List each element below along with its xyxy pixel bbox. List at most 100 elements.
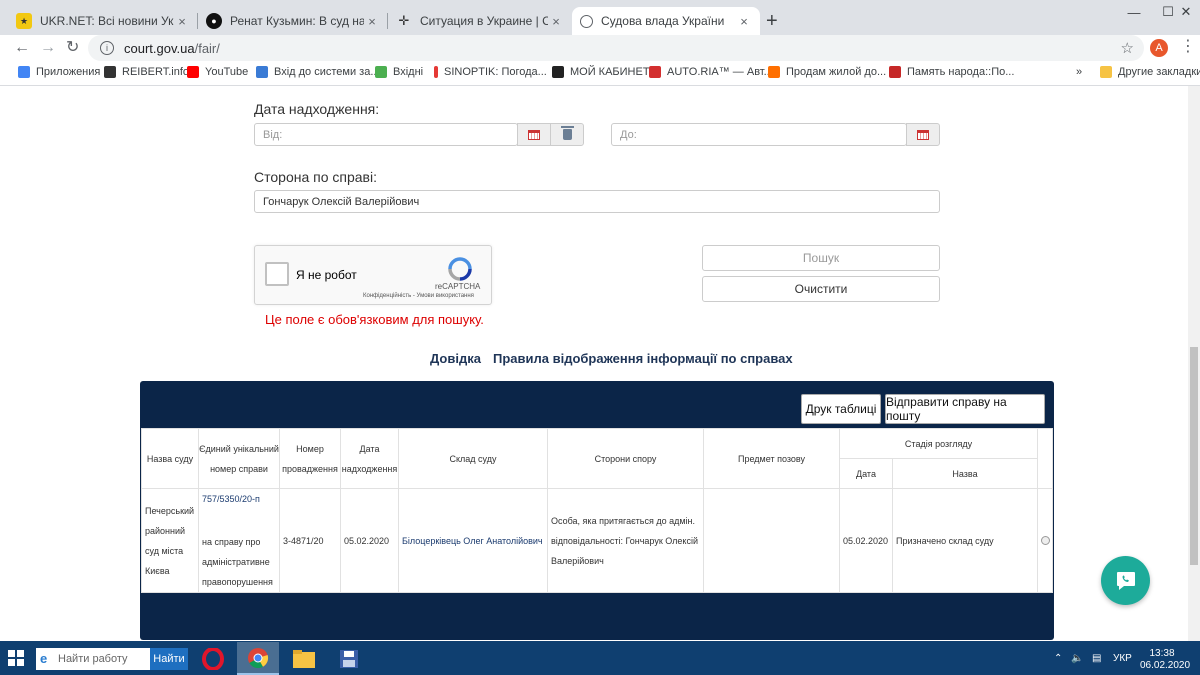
close-window-button[interactable]: ✕ (1164, 0, 1200, 24)
bookmark-label: Вхід до системи за... (274, 66, 380, 78)
tab-situation[interactable]: ✛ Ситуация в Украине | Страница × (388, 7, 572, 35)
judge-link[interactable]: Білоцерківець Олег Анатолійович (402, 531, 543, 551)
phone-chat-icon (1116, 571, 1135, 590)
mail-icon (375, 66, 387, 78)
explorer-taskbar-button[interactable] (283, 642, 325, 675)
tab-title: Ситуация в Украине | Страница (420, 14, 548, 28)
login-icon (256, 66, 268, 78)
network-icon[interactable]: ▤ (1092, 653, 1101, 664)
date-from-calendar-button[interactable] (517, 123, 551, 146)
bookmark-login[interactable]: Вхід до системи за... (256, 66, 380, 78)
bookmark-reibert[interactable]: REIBERT.info (104, 66, 189, 78)
bookmark-autoria[interactable]: AUTO.RIA™ — Авт... (649, 66, 773, 78)
close-icon[interactable]: × (364, 14, 380, 29)
close-icon[interactable]: × (174, 14, 190, 29)
bookmark-cabinet[interactable]: МОЙ КАБИНЕТ (552, 66, 650, 78)
other-bookmarks[interactable]: Другие закладки (1100, 66, 1200, 78)
thermometer-icon (434, 66, 438, 78)
case-number-link[interactable]: 757/5350/20-п (202, 489, 260, 509)
rules-link[interactable]: Правила відображення інформації по справ… (493, 351, 793, 366)
tab-court[interactable]: Судова влада України × (572, 7, 760, 35)
help-link[interactable]: Довідка (430, 351, 481, 366)
date-clear-button[interactable] (550, 123, 584, 146)
col-header-proceeding-number: Номер провадження (279, 428, 341, 489)
scrollbar-thumb[interactable] (1190, 347, 1198, 565)
save-app-taskbar-button[interactable] (328, 642, 370, 675)
bookmark-label: Продам жилой до... (786, 66, 887, 78)
tab-ukrnet[interactable]: ★ UKR.NET: Всі новини України, ос × (8, 7, 198, 35)
url-text: court.gov.ua/fair/ (124, 41, 220, 56)
party-input[interactable]: Гончарук Олексій Валерійович (254, 190, 940, 213)
table-cell-proceeding-number: 3-4871/20 (279, 488, 341, 593)
taskbar-clock[interactable]: 13:38 06.02.2020 (1140, 648, 1191, 672)
recaptcha-terms[interactable]: Конфіденційність - Умови використання (363, 293, 474, 299)
table-cell-composition: Білоцерківець Олег Анатолійович (398, 488, 548, 593)
bookmark-memory[interactable]: Память народа::По... (889, 66, 1014, 78)
search-button[interactable]: Пошук (702, 245, 940, 271)
col-header-stage-date: Дата (839, 458, 893, 489)
chrome-taskbar-button[interactable] (237, 642, 279, 675)
row-select-radio[interactable] (1040, 536, 1050, 545)
col-header-received-date: Дата надходження (340, 428, 399, 489)
tab-news[interactable]: ● Ренат Кузьмин: В суд направлен × (198, 7, 388, 35)
bookmarks-more[interactable]: » (1076, 66, 1082, 78)
table-cell-stage-name: Призначено склад суду (892, 488, 1038, 593)
recaptcha-checkbox[interactable] (265, 262, 289, 286)
recaptcha-widget: Я не робот reCAPTCHA Конфіденційність - … (254, 245, 492, 305)
taskbar: e Найти работу Найти ⌃ 🔈 ▤ УКР (0, 641, 1200, 675)
info-icon[interactable]: i (100, 41, 114, 55)
edge-icon: e (40, 651, 48, 666)
star-icon (889, 66, 901, 78)
table-cell-court: Печерський районний суд міста Києва (141, 488, 199, 593)
bookmark-olx[interactable]: Продам жилой до... (768, 66, 886, 78)
globe-icon (580, 14, 593, 28)
bookmark-label: SINOPTIK: Погода... (444, 66, 547, 78)
col-header-court: Назва суду (141, 428, 199, 489)
date-to-calendar-button[interactable] (906, 123, 940, 146)
windows-start-button[interactable] (8, 650, 24, 666)
date-from-input[interactable]: Від: (254, 123, 518, 146)
bookmark-inbox[interactable]: Вхідні (375, 66, 423, 78)
folder-icon (293, 649, 315, 668)
floppy-disk-icon (340, 649, 358, 668)
reload-icon[interactable]: ↻ (66, 39, 79, 57)
tab-title: Судова влада України (601, 14, 725, 28)
volume-icon[interactable]: 🔈 (1071, 653, 1083, 664)
forward-icon[interactable]: → (40, 39, 56, 57)
clock-time: 13:38 (1149, 648, 1175, 659)
profile-avatar[interactable]: A (1150, 39, 1168, 57)
close-icon[interactable]: × (548, 14, 564, 29)
taskbar-search-input[interactable]: e Найти работу (36, 648, 150, 670)
tab-title: Ренат Кузьмин: В суд направлен (230, 14, 364, 28)
language-indicator[interactable]: УКР (1113, 653, 1132, 664)
tab-title: UKR.NET: Всі новини України, ос (40, 14, 174, 28)
calendar-icon (528, 129, 540, 140)
opera-taskbar-button[interactable] (192, 642, 234, 675)
col-header-select (1037, 428, 1053, 489)
date-to-input[interactable]: До: (611, 123, 907, 146)
bookmark-apps[interactable]: Приложения (18, 66, 100, 78)
validation-error: Це поле є обов'язковим для пошуку. (265, 312, 484, 327)
col-header-subject: Предмет позову (703, 428, 840, 489)
bookmark-star-icon[interactable]: ☆ (1121, 39, 1134, 57)
browser-menu-icon[interactable]: ⋮ (1180, 39, 1196, 55)
print-table-button[interactable]: Друк таблиці (801, 394, 881, 424)
trash-icon (560, 126, 574, 140)
chat-button[interactable] (1101, 556, 1150, 605)
new-tab-button[interactable]: + (766, 11, 778, 31)
email-case-button[interactable]: Відправити справу на пошту (885, 394, 1045, 424)
table-cell-select (1037, 488, 1053, 593)
crown-icon (552, 66, 564, 78)
address-bar[interactable]: i court.gov.ua/fair/ ☆ (88, 35, 1144, 61)
clear-button[interactable]: Очистити (702, 276, 940, 302)
table-cell-subject (703, 488, 840, 593)
close-icon[interactable]: × (736, 14, 752, 29)
back-icon[interactable]: ← (14, 39, 30, 57)
bookmark-youtube[interactable]: YouTube (187, 66, 248, 78)
table-cell-case-number: 757/5350/20-п на справу про адміністрати… (198, 488, 280, 593)
tray-arrow-icon[interactable]: ⌃ (1054, 653, 1062, 664)
taskbar-search-button[interactable]: Найти (150, 648, 188, 670)
clock-date: 06.02.2020 (1140, 660, 1191, 671)
crosshair-icon: ✛ (398, 13, 410, 28)
bookmark-sinoptik[interactable]: SINOPTIK: Погода... (434, 66, 547, 78)
